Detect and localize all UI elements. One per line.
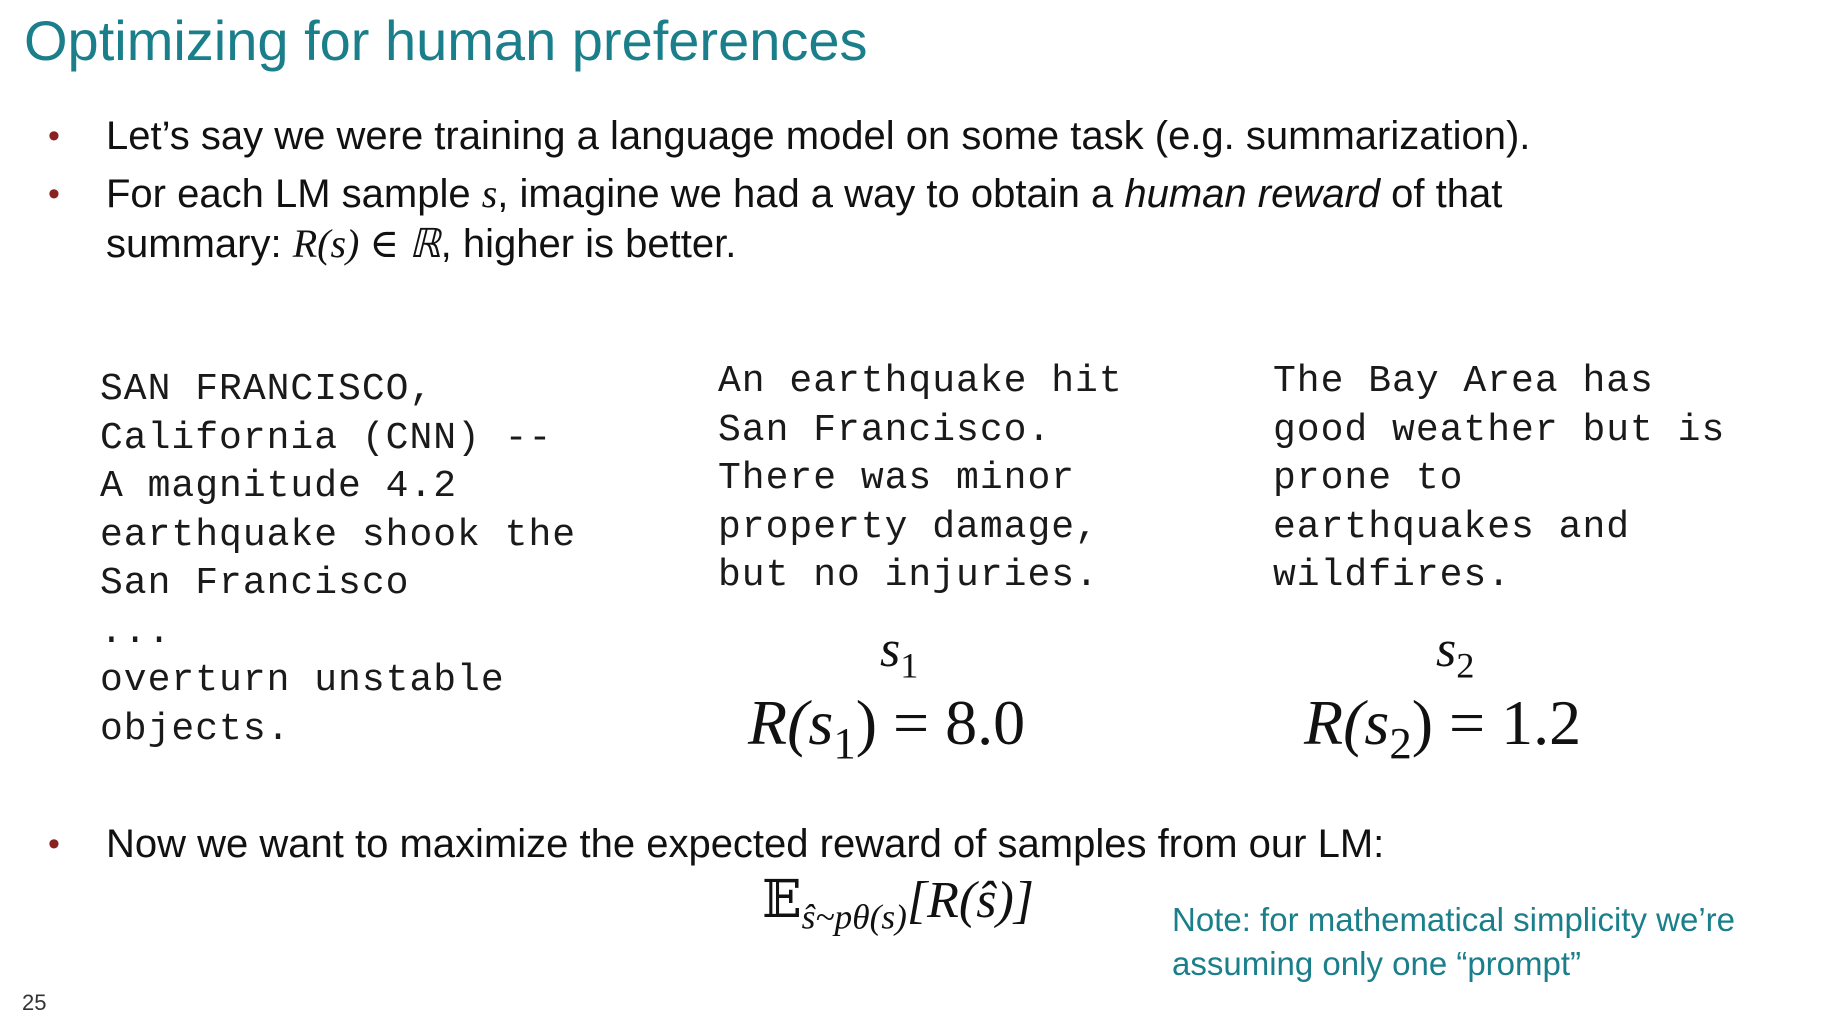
- bullet-text-2-line2-before: summary:: [106, 222, 293, 266]
- bullet-dot-icon: •: [48, 175, 60, 213]
- bullet-dot-icon: •: [48, 117, 60, 155]
- note-line-2: assuming only one “prompt”: [1172, 945, 1582, 982]
- bullet-text-2-middle: , imagine we had a way to obtain a: [497, 172, 1125, 216]
- sample-2-reward-var: s: [1364, 687, 1390, 758]
- sample-2-reward-value: ) = 1.2: [1411, 687, 1582, 758]
- human-reward-emphasis: human reward: [1124, 172, 1381, 216]
- bullet-text-2-before: For each LM sample: [106, 172, 482, 216]
- sample-2-label-sub: 2: [1456, 645, 1475, 686]
- sample-variable: s: [481, 171, 498, 216]
- expectation-body: [R(ŝ)]: [906, 872, 1034, 929]
- sample-1-reward-var: s: [808, 687, 834, 758]
- reward-definition-math: R(s) ∈ ℝ: [292, 221, 441, 266]
- sample-2-reward-prefix: R(: [1304, 687, 1365, 758]
- sample-1-label-sub: 1: [900, 645, 919, 686]
- sample-1-reward-sub: 1: [833, 717, 856, 768]
- sample-1-label-var: s: [880, 621, 901, 678]
- sample-1-reward-value: ) = 8.0: [855, 687, 1026, 758]
- bullet-dot-icon: •: [48, 825, 60, 863]
- article-text: SAN FRANCISCO, California (CNN) -- A mag…: [100, 368, 577, 751]
- simplicity-note: Note: for mathematical simplicity we’re …: [1172, 898, 1735, 986]
- sample-2-label: s2: [1436, 620, 1474, 686]
- sample-2-label-var: s: [1436, 621, 1457, 678]
- note-line-1: Note: for mathematical simplicity we’re: [1172, 901, 1735, 938]
- sample-1-reward: R(s1) = 8.0: [748, 686, 1025, 769]
- expected-reward-formula: 𝔼ŝ~pθ(s)[R(ŝ)]: [762, 870, 1034, 937]
- expectation-operator: 𝔼: [762, 872, 802, 929]
- bullet-text-2-line2-after: , higher is better.: [440, 222, 737, 266]
- expectation-subscript: ŝ~pθ(s): [801, 896, 907, 937]
- bullet-text-1: Let’s say we were training a language mo…: [106, 114, 1531, 158]
- sample-1-label: s1: [880, 620, 918, 686]
- sample-1-reward-prefix: R(: [748, 687, 809, 758]
- sample-2-reward-sub: 2: [1389, 717, 1412, 768]
- sample-2-text: The Bay Area has good weather but is pro…: [1273, 360, 1726, 597]
- slide-title: Optimizing for human preferences: [24, 9, 868, 72]
- sample-2-reward: R(s2) = 1.2: [1304, 686, 1581, 769]
- page-number: 25: [22, 990, 47, 1015]
- bullet-text-3: Now we want to maximize the expected rew…: [106, 822, 1385, 866]
- sample-1-text: An earthquake hit San Francisco. There w…: [718, 360, 1123, 597]
- bullet-text-2-line-2: summary: R(s) ∈ ℝ, higher is better.: [106, 215, 736, 273]
- bullet-text-2-after: of that: [1380, 172, 1503, 216]
